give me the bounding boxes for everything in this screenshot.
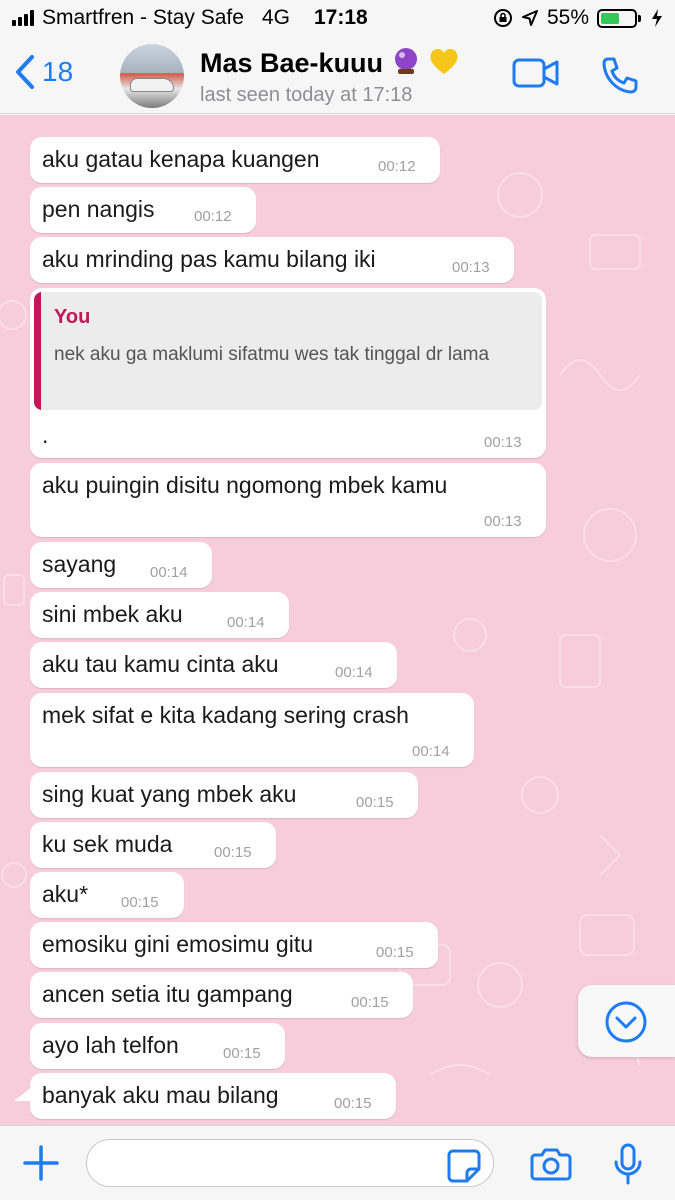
message-bubble[interactable]: ku sek muda 00:15 (30, 822, 276, 868)
message-bubble[interactable]: aku puingin disitu ngomong mbek kamu 00:… (30, 463, 546, 537)
signal-icon (12, 10, 34, 26)
message-text: ancen setia itu gampang (42, 981, 293, 1007)
message-time: 00:15 (121, 894, 159, 911)
quoted-message[interactable]: You nek aku ga maklumi sifatmu wes tak t… (34, 292, 542, 410)
message-text: . (42, 422, 49, 448)
message-input[interactable] (86, 1139, 494, 1187)
quote-author: You (54, 306, 91, 328)
message-input-bar (0, 1125, 675, 1200)
message-text: banyak aku mau bilang (42, 1082, 279, 1108)
back-button[interactable]: 18 (14, 54, 73, 90)
sticker-icon[interactable] (447, 1149, 481, 1183)
contact-name: Mas Bae-kuuu (200, 48, 384, 78)
chat-area[interactable]: aku gatau kenapa kuangen 00:12 pen nangi… (0, 115, 675, 1125)
message-time: 00:12 (194, 208, 232, 225)
network-label: 4G (261, 6, 290, 29)
carrier-label: Smartfren - Stay Safe (42, 6, 244, 29)
message-time: 00:13 (484, 513, 522, 530)
chat-header: 18 Mas Bae-kuuu last seen today at 17:18 (0, 38, 675, 114)
message-bubble-reply[interactable]: You nek aku ga maklumi sifatmu wes tak t… (30, 288, 546, 458)
message-text: aku tau kamu cinta aku (42, 651, 279, 677)
message-time: 00:14 (335, 664, 373, 681)
location-arrow-icon (521, 10, 538, 26)
charging-bolt-icon (652, 9, 662, 27)
message-time: 00:12 (378, 158, 416, 175)
yellow-heart-emoji-icon (430, 48, 458, 74)
message-bubble[interactable]: pen nangis 00:12 (30, 187, 256, 233)
camera-icon[interactable] (530, 1147, 572, 1181)
status-left: Smartfren - Stay Safe 4G (12, 6, 290, 30)
battery-icon (597, 8, 641, 28)
video-call-icon[interactable] (512, 56, 560, 90)
phone-call-icon[interactable] (600, 56, 640, 94)
plus-icon[interactable] (22, 1144, 60, 1182)
message-time: 00:14 (227, 614, 265, 631)
message-bubble[interactable]: aku tau kamu cinta aku 00:14 (30, 642, 397, 688)
bubble-tail (14, 1087, 32, 1101)
message-text: aku* (42, 881, 89, 907)
battery-fill (601, 12, 619, 24)
message-time: 00:14 (412, 743, 450, 760)
contact-name-row[interactable]: Mas Bae-kuuu (200, 46, 460, 79)
message-bubble[interactable]: ancen setia itu gampang 00:15 (30, 972, 413, 1018)
message-text: sayang (42, 551, 117, 577)
message-time: 00:13 (452, 259, 490, 276)
quote-text: nek aku ga maklumi sifatmu wes tak tingg… (54, 344, 490, 365)
battery-percent: 55% (546, 6, 589, 29)
status-bar: Smartfren - Stay Safe 4G 17:18 55% (0, 0, 675, 38)
message-text: ayo lah telfon (42, 1032, 179, 1058)
message-time: 00:15 (351, 994, 389, 1011)
message-time: 00:14 (150, 564, 188, 581)
message-bubble[interactable]: sayang 00:14 (30, 542, 212, 588)
message-text: sini mbek aku (42, 601, 183, 627)
message-text: sing kuat yang mbek aku (42, 781, 297, 807)
message-text: aku gatau kenapa kuangen (42, 146, 320, 172)
chevron-down-circle-icon (605, 1001, 647, 1043)
message-bubble[interactable]: aku mrinding pas kamu bilang iki 00:13 (30, 237, 514, 283)
message-time: 00:15 (214, 844, 252, 861)
message-text: pen nangis (42, 196, 155, 222)
message-time: 00:15 (223, 1045, 261, 1062)
avatar[interactable] (120, 44, 184, 108)
message-bubble[interactable]: aku gatau kenapa kuangen 00:12 (30, 137, 440, 183)
last-seen: last seen today at 17:18 (200, 84, 413, 106)
message-text: ku sek muda (42, 831, 173, 857)
scroll-to-bottom-button[interactable] (578, 985, 675, 1057)
message-bubble[interactable]: emosiku gini emosimu gitu 00:15 (30, 922, 438, 968)
message-bubble[interactable]: ayo lah telfon 00:15 (30, 1023, 285, 1069)
unread-count: 18 (42, 56, 74, 87)
chevron-left-icon (16, 55, 34, 89)
crystal-ball-emoji-icon (394, 48, 417, 74)
status-time: 17:18 (314, 6, 368, 29)
message-time: 00:15 (356, 794, 394, 811)
message-time: 00:15 (334, 1095, 372, 1112)
message-time: 00:13 (484, 434, 522, 451)
microphone-icon[interactable] (613, 1143, 643, 1185)
message-text: emosiku gini emosimu gitu (42, 931, 314, 957)
status-right: 55% (493, 6, 663, 30)
message-bubble[interactable]: banyak aku mau bilang 00:15 (30, 1073, 396, 1119)
message-bubble[interactable]: sini mbek aku 00:14 (30, 592, 289, 638)
quote-accent-bar (34, 292, 41, 410)
message-text: aku puingin disitu ngomong mbek kamu (42, 472, 448, 498)
avatar-car (130, 78, 174, 92)
message-bubble[interactable]: mek sifat e kita kadang sering crash 00:… (30, 693, 474, 767)
message-bubble[interactable]: aku* 00:15 (30, 872, 184, 918)
orientation-lock-icon (493, 9, 512, 27)
message-text: mek sifat e kita kadang sering crash (42, 702, 409, 728)
message-time: 00:15 (376, 944, 414, 961)
message-text: aku mrinding pas kamu bilang iki (42, 246, 376, 272)
message-bubble[interactable]: sing kuat yang mbek aku 00:15 (30, 772, 418, 818)
